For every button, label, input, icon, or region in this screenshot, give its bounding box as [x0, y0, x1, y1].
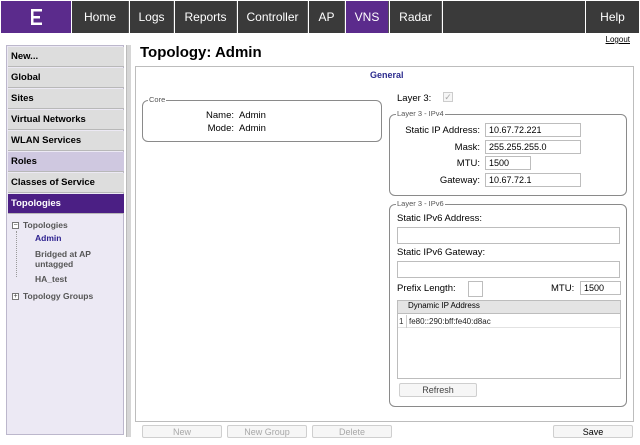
panel-splitter[interactable] — [126, 45, 131, 437]
refresh-button[interactable]: Refresh — [399, 383, 477, 397]
nav-vns[interactable]: VNS — [346, 1, 389, 33]
core-name-value: Admin — [239, 110, 266, 121]
tree-node-topology-groups[interactable]: Topology Groups — [23, 291, 93, 301]
ipv6-mtu-input[interactable] — [580, 281, 621, 295]
nav-home[interactable]: Home — [72, 1, 129, 33]
tree-node-admin[interactable]: Admin — [35, 233, 61, 243]
static-ip-input[interactable] — [485, 123, 581, 137]
extreme-logo-icon[interactable] — [1, 1, 71, 33]
prefix-length-input[interactable] — [468, 281, 483, 297]
section-heading-general: General — [370, 70, 404, 80]
core-mode-label: Mode: — [207, 123, 234, 134]
core-group — [142, 100, 382, 142]
sidebar-item-virtual-networks[interactable]: Virtual Networks — [8, 110, 124, 130]
sidebar-item-global[interactable]: Global — [8, 68, 124, 88]
tree-node-topologies[interactable]: Topologies — [23, 220, 68, 230]
prefix-length-label: Prefix Length: — [397, 283, 456, 294]
sidebar-item-roles[interactable]: Roles — [8, 152, 124, 172]
nav-ap[interactable]: AP — [309, 1, 345, 33]
tree-node-bridged-at-ap[interactable]: Bridged at AP — [35, 249, 91, 259]
sidebar-item-new[interactable]: New... — [8, 47, 124, 67]
nav-reports[interactable]: Reports — [175, 1, 237, 33]
new-group-button[interactable]: New Group — [227, 425, 307, 438]
core-name-label: Name: — [206, 110, 234, 121]
ipv4-mtu-input[interactable] — [485, 156, 531, 170]
static-ipv6-gateway-label: Static IPv6 Gateway: — [397, 247, 486, 258]
tree-node-ha-test[interactable]: HA_test — [35, 274, 67, 284]
layer3-checkbox[interactable]: ✓ — [443, 92, 453, 102]
gateway-input[interactable] — [485, 173, 581, 187]
sidebar-item-wlan-services[interactable]: WLAN Services — [8, 131, 124, 151]
static-ipv6-address-input[interactable] — [397, 227, 620, 244]
nav-spacer — [443, 1, 585, 33]
nav-help[interactable]: Help — [586, 1, 639, 33]
layer3-label: Layer 3: — [397, 93, 432, 104]
sidebar-item-sites[interactable]: Sites — [8, 89, 124, 109]
save-button[interactable]: Save — [553, 425, 633, 438]
static-ipv6-address-label: Static IPv6 Address: — [397, 213, 483, 224]
logout-link[interactable]: Logout — [606, 35, 630, 44]
sidebar: New... Global Sites Virtual Networks WLA… — [6, 45, 124, 435]
tree-line — [16, 231, 17, 277]
sidebar-item-classes-of-service[interactable]: Classes of Service — [8, 173, 124, 193]
ipv6-legend: Layer 3 - IPv6 — [396, 199, 445, 208]
mask-input[interactable] — [485, 140, 581, 154]
table-row-address: fe80::290:bff:fe40:d8ac — [409, 317, 491, 326]
sidebar-item-topologies[interactable]: Topologies — [8, 194, 124, 214]
new-button[interactable]: New — [142, 425, 222, 438]
gateway-label: Gateway: — [439, 175, 480, 186]
static-ipv6-gateway-input[interactable] — [397, 261, 620, 278]
ipv6-mtu-label: MTU: — [551, 283, 575, 294]
page-title: Topology: Admin — [140, 44, 262, 61]
static-ip-label: Static IP Address: — [405, 125, 480, 136]
delete-button[interactable]: Delete — [312, 425, 392, 438]
nav-controller[interactable]: Controller — [238, 1, 308, 33]
nav-logs[interactable]: Logs — [130, 1, 174, 33]
table-row-index: 1 — [399, 317, 404, 326]
mask-label: Mask: — [454, 142, 480, 153]
nav-radar[interactable]: Radar — [390, 1, 442, 33]
top-navigation-bar: Home Logs Reports Controller AP VNS Rada… — [0, 0, 640, 34]
ipv4-mtu-label: MTU: — [456, 158, 480, 169]
core-mode-value: Admin — [239, 123, 266, 134]
table-cell-divider — [406, 315, 407, 328]
expand-toggle-icon[interactable]: + — [12, 293, 19, 300]
ipv4-legend: Layer 3 - IPv4 — [396, 109, 445, 118]
collapse-toggle-icon[interactable]: − — [12, 222, 19, 229]
tree-node-untagged[interactable]: untagged — [35, 259, 73, 269]
dynamic-ip-column-header[interactable]: Dynamic IP Address — [408, 301, 480, 310]
core-legend: Core — [148, 95, 167, 104]
